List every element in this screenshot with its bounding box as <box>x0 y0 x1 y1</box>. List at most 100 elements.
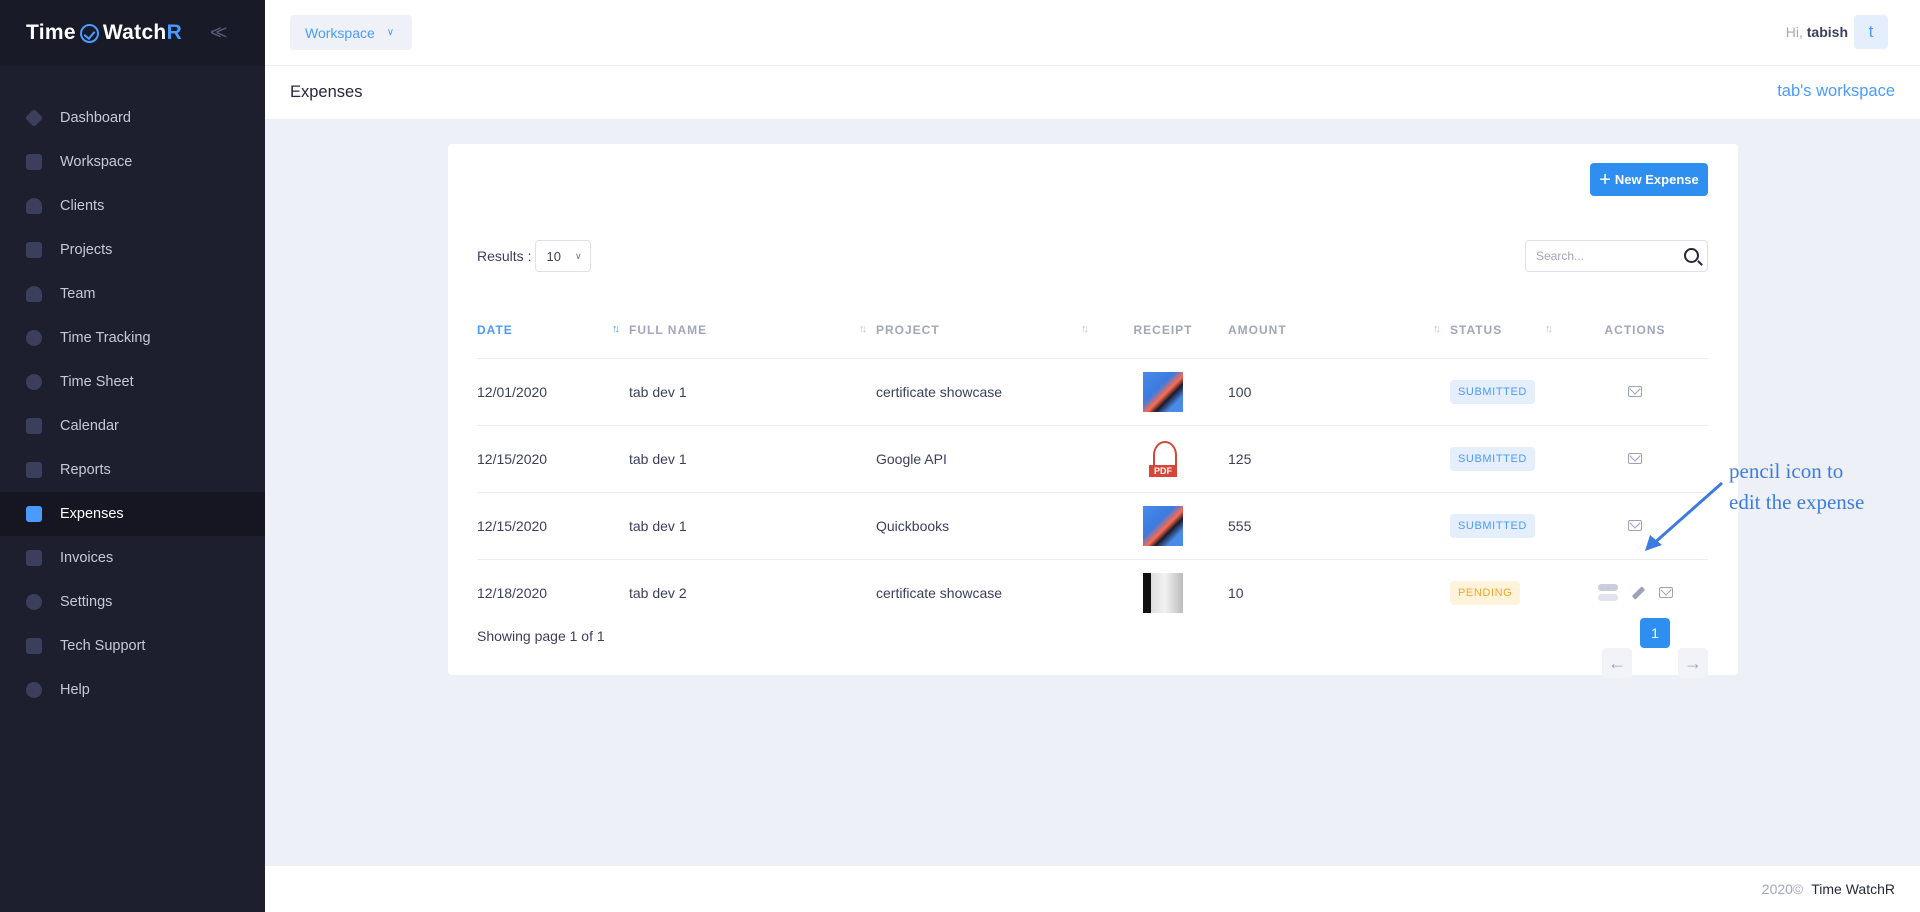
mail-icon[interactable] <box>1628 386 1642 397</box>
next-page-button[interactable]: → <box>1678 648 1708 678</box>
prev-page-button[interactable]: ← <box>1602 648 1632 678</box>
column-header-project[interactable]: PROJECT ↑↓ <box>876 303 1098 359</box>
sidebar-item-label: Time Sheet <box>60 374 134 390</box>
cell-amount: 125 <box>1228 425 1450 493</box>
table-row: 12/18/2020 tab dev 2 certificate showcas… <box>477 559 1708 626</box>
footer-brand: Time WatchR <box>1811 881 1895 897</box>
sidebar-item-tech-support[interactable]: Tech Support <box>0 624 265 668</box>
annotation-arrow-icon <box>1645 481 1723 551</box>
gear-icon <box>26 594 42 610</box>
sidebar-item-time-tracking[interactable]: Time Tracking <box>0 316 265 360</box>
sidebar-item-workspace[interactable]: Workspace <box>0 140 265 184</box>
sidebar-item-clients[interactable]: Clients <box>0 184 265 228</box>
workspace-dropdown-label: Workspace <box>305 24 375 41</box>
cell-full-name: tab dev 1 <box>629 492 876 560</box>
workspace-dropdown[interactable]: Workspace ∨ <box>290 15 412 50</box>
cell-actions <box>1562 559 1708 626</box>
search-input[interactable] <box>1526 241 1666 271</box>
sidebar-item-settings[interactable]: Settings <box>0 580 265 624</box>
dashboard-icon <box>24 108 44 128</box>
sort-icon: ↑↓ <box>612 323 620 335</box>
cell-receipt: PDF <box>1098 425 1228 493</box>
results-per-page: Results : 10 ∨ <box>477 240 592 272</box>
sidebar-item-projects[interactable]: Projects <box>0 228 265 272</box>
receipt-thumbnail[interactable] <box>1143 572 1183 613</box>
sort-icon: ↑↓ <box>1433 323 1441 335</box>
building-icon <box>26 154 42 170</box>
page-title: Expenses <box>290 83 363 101</box>
column-header-status[interactable]: STATUS ↑↓ <box>1450 303 1562 359</box>
new-expense-label: New Expense <box>1614 172 1699 187</box>
sidebar-item-time-sheet[interactable]: Time Sheet <box>0 360 265 404</box>
clock-icon <box>26 374 42 390</box>
sidebar-item-label: Calendar <box>60 418 119 434</box>
pagination: ← 1 → <box>1602 618 1708 678</box>
search-box <box>1525 240 1708 272</box>
pagination-info: Showing page 1 of 1 <box>477 628 605 644</box>
expenses-table: DATE ↑↓ FULL NAME ↑↓ PROJECT ↑↓ RECEIPT AMO… <box>477 303 1708 626</box>
pencil-icon[interactable] <box>1631 586 1645 600</box>
sidebar-item-team[interactable]: Team <box>0 272 265 316</box>
column-header-receipt: RECEIPT <box>1098 303 1228 359</box>
table-row: 12/15/2020 tab dev 1 Quickbooks 555 SUBM… <box>477 492 1708 560</box>
brand-part-time: Time <box>26 21 76 44</box>
plus-icon: + <box>1599 168 1611 191</box>
sidebar-item-help[interactable]: Help <box>0 668 265 712</box>
workspace-name: tab's workspace <box>1777 82 1895 100</box>
receipt-thumbnail[interactable] <box>1143 505 1183 546</box>
cell-date: 12/15/2020 <box>477 492 629 560</box>
clock-check-icon <box>79 23 99 43</box>
mail-icon[interactable] <box>1658 587 1673 599</box>
cell-project: certificate showcase <box>876 358 1098 426</box>
column-header-full-name[interactable]: FULL NAME ↑↓ <box>629 303 876 359</box>
pdf-label: PDF <box>1149 464 1177 477</box>
sort-icon: ↑↓ <box>1081 323 1089 335</box>
brand: Time Watch R << <box>0 0 265 66</box>
collapse-sidebar-icon[interactable]: << <box>210 22 228 45</box>
page-button-current[interactable]: 1 <box>1640 618 1670 648</box>
sidebar-item-dashboard[interactable]: Dashboard <box>0 96 265 140</box>
sidebar-item-expenses[interactable]: Expenses <box>0 492 265 536</box>
column-header-date[interactable]: DATE ↑↓ <box>477 303 629 359</box>
cell-project: Quickbooks <box>876 492 1098 560</box>
column-header-amount[interactable]: AMOUNT ↑↓ <box>1228 303 1450 359</box>
results-label: Results : <box>477 248 532 264</box>
footer: 2020© Time WatchR <box>265 866 1920 912</box>
new-expense-button[interactable]: + New Expense <box>1590 163 1708 196</box>
cell-full-name: tab dev 1 <box>629 425 876 493</box>
sidebar-item-label: Expenses <box>60 506 124 522</box>
sidebar-item-label: Tech Support <box>60 638 146 654</box>
search-icon[interactable] <box>1684 248 1699 263</box>
status-badge: SUBMITTED <box>1450 379 1535 404</box>
table-header-row: DATE ↑↓ FULL NAME ↑↓ PROJECT ↑↓ RECEIPT AMO… <box>477 303 1708 359</box>
sidebar-item-label: Workspace <box>60 154 133 170</box>
sort-icon: ↑↓ <box>1545 323 1553 335</box>
sidebar-item-reports[interactable]: Reports <box>0 448 265 492</box>
sidebar-item-invoices[interactable]: Invoices <box>0 536 265 580</box>
stopwatch-icon <box>26 330 42 346</box>
sidebar-item-label: Help <box>60 682 90 698</box>
team-icon <box>26 286 42 302</box>
calendar-icon <box>26 418 42 434</box>
expenses-card: + New Expense Results : 10 ∨ DATE↑↓ FULL… <box>448 144 1738 678</box>
mail-icon[interactable] <box>1628 453 1642 464</box>
cell-date: 12/15/2020 <box>477 425 629 493</box>
report-icon <box>26 462 42 478</box>
cell-receipt <box>1098 492 1228 560</box>
invoice-icon <box>26 550 42 566</box>
toggle-icon[interactable] <box>1597 583 1618 603</box>
greeting-text: Hi, <box>1785 24 1803 40</box>
user-greeting: Hi, tabish <box>1786 24 1848 40</box>
receipt-thumbnail[interactable] <box>1143 371 1183 412</box>
cell-date: 12/18/2020 <box>477 584 548 601</box>
avatar[interactable]: t <box>1854 15 1888 49</box>
sidebar-item-calendar[interactable]: Calendar <box>0 404 265 448</box>
annotation-line-2: edit the expense <box>1729 490 1865 514</box>
brand-logo[interactable]: Time Watch R <box>26 21 182 45</box>
cell-full-name: tab dev 2 <box>629 584 687 601</box>
status-badge: SUBMITTED <box>1450 513 1535 538</box>
sidebar: Time Watch R << Dashboard Workspace Clien… <box>0 0 265 912</box>
results-select[interactable]: 10 ∨ <box>535 240 592 272</box>
pdf-icon[interactable]: PDF <box>1143 438 1183 479</box>
cell-project: certificate showcase <box>876 584 1003 601</box>
